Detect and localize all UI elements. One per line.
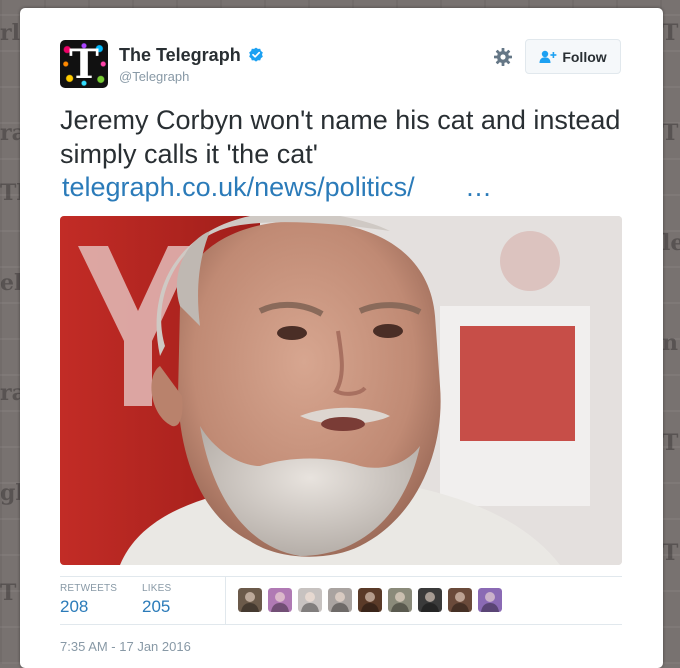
background-pattern-glyph: T [0,580,17,606]
likes-count[interactable]: 205 [142,597,170,617]
author-name[interactable]: The Telegraph [119,45,241,66]
tweet-text: Jeremy Corbyn won't name his cat and ins… [60,105,621,169]
background-pattern-glyph: el [0,270,23,296]
tweet-link-ellipsis[interactable]: … [465,172,492,203]
liker-avatar-icon[interactable] [328,588,352,612]
liker-avatar-icon[interactable] [358,588,382,612]
retweets-label: RETWEETS [60,583,118,594]
liker-avatar-icon[interactable] [478,588,502,612]
background-pattern-glyph: T [662,430,679,456]
tweet-card: T The Telegraph @Telegraph Follow Jeremy… [20,8,663,668]
background-pattern-glyph: rl [0,20,20,46]
background-pattern-glyph: n [662,330,678,356]
liker-avatars [238,588,502,612]
tweet-timestamp[interactable]: 7:35 AM - 17 Jan 2016 [60,639,191,654]
gear-icon[interactable] [493,47,513,67]
background-pattern-glyph: T [662,120,679,146]
retweets-count[interactable]: 208 [60,597,88,617]
background-pattern-glyph: le [662,230,680,256]
liker-avatar-icon[interactable] [418,588,442,612]
background-pattern-glyph: T [662,20,679,46]
tweet-link[interactable]: telegraph.co.uk/news/politics/ [62,172,415,203]
avatar-letter: T [69,40,99,88]
photo-corbyn-portrait [60,216,622,565]
liker-avatar-icon[interactable] [448,588,472,612]
liker-avatar-icon[interactable] [268,588,292,612]
stats-top-divider [60,576,622,577]
stats-bottom-divider [60,624,622,625]
author-avatar[interactable]: T [60,40,108,88]
tweet-photo[interactable] [60,216,622,565]
follow-button[interactable]: Follow [525,39,621,74]
liker-avatar-icon[interactable] [388,588,412,612]
likes-label: LIKES [142,583,172,594]
stats-separator [225,576,226,624]
liker-avatar-icon[interactable] [238,588,262,612]
add-user-icon [539,50,557,63]
liker-avatar-icon[interactable] [298,588,322,612]
verified-badge-icon [249,47,263,62]
follow-label: Follow [562,48,607,65]
author-handle[interactable]: @Telegraph [119,69,189,84]
background-pattern-glyph: T [662,540,679,566]
